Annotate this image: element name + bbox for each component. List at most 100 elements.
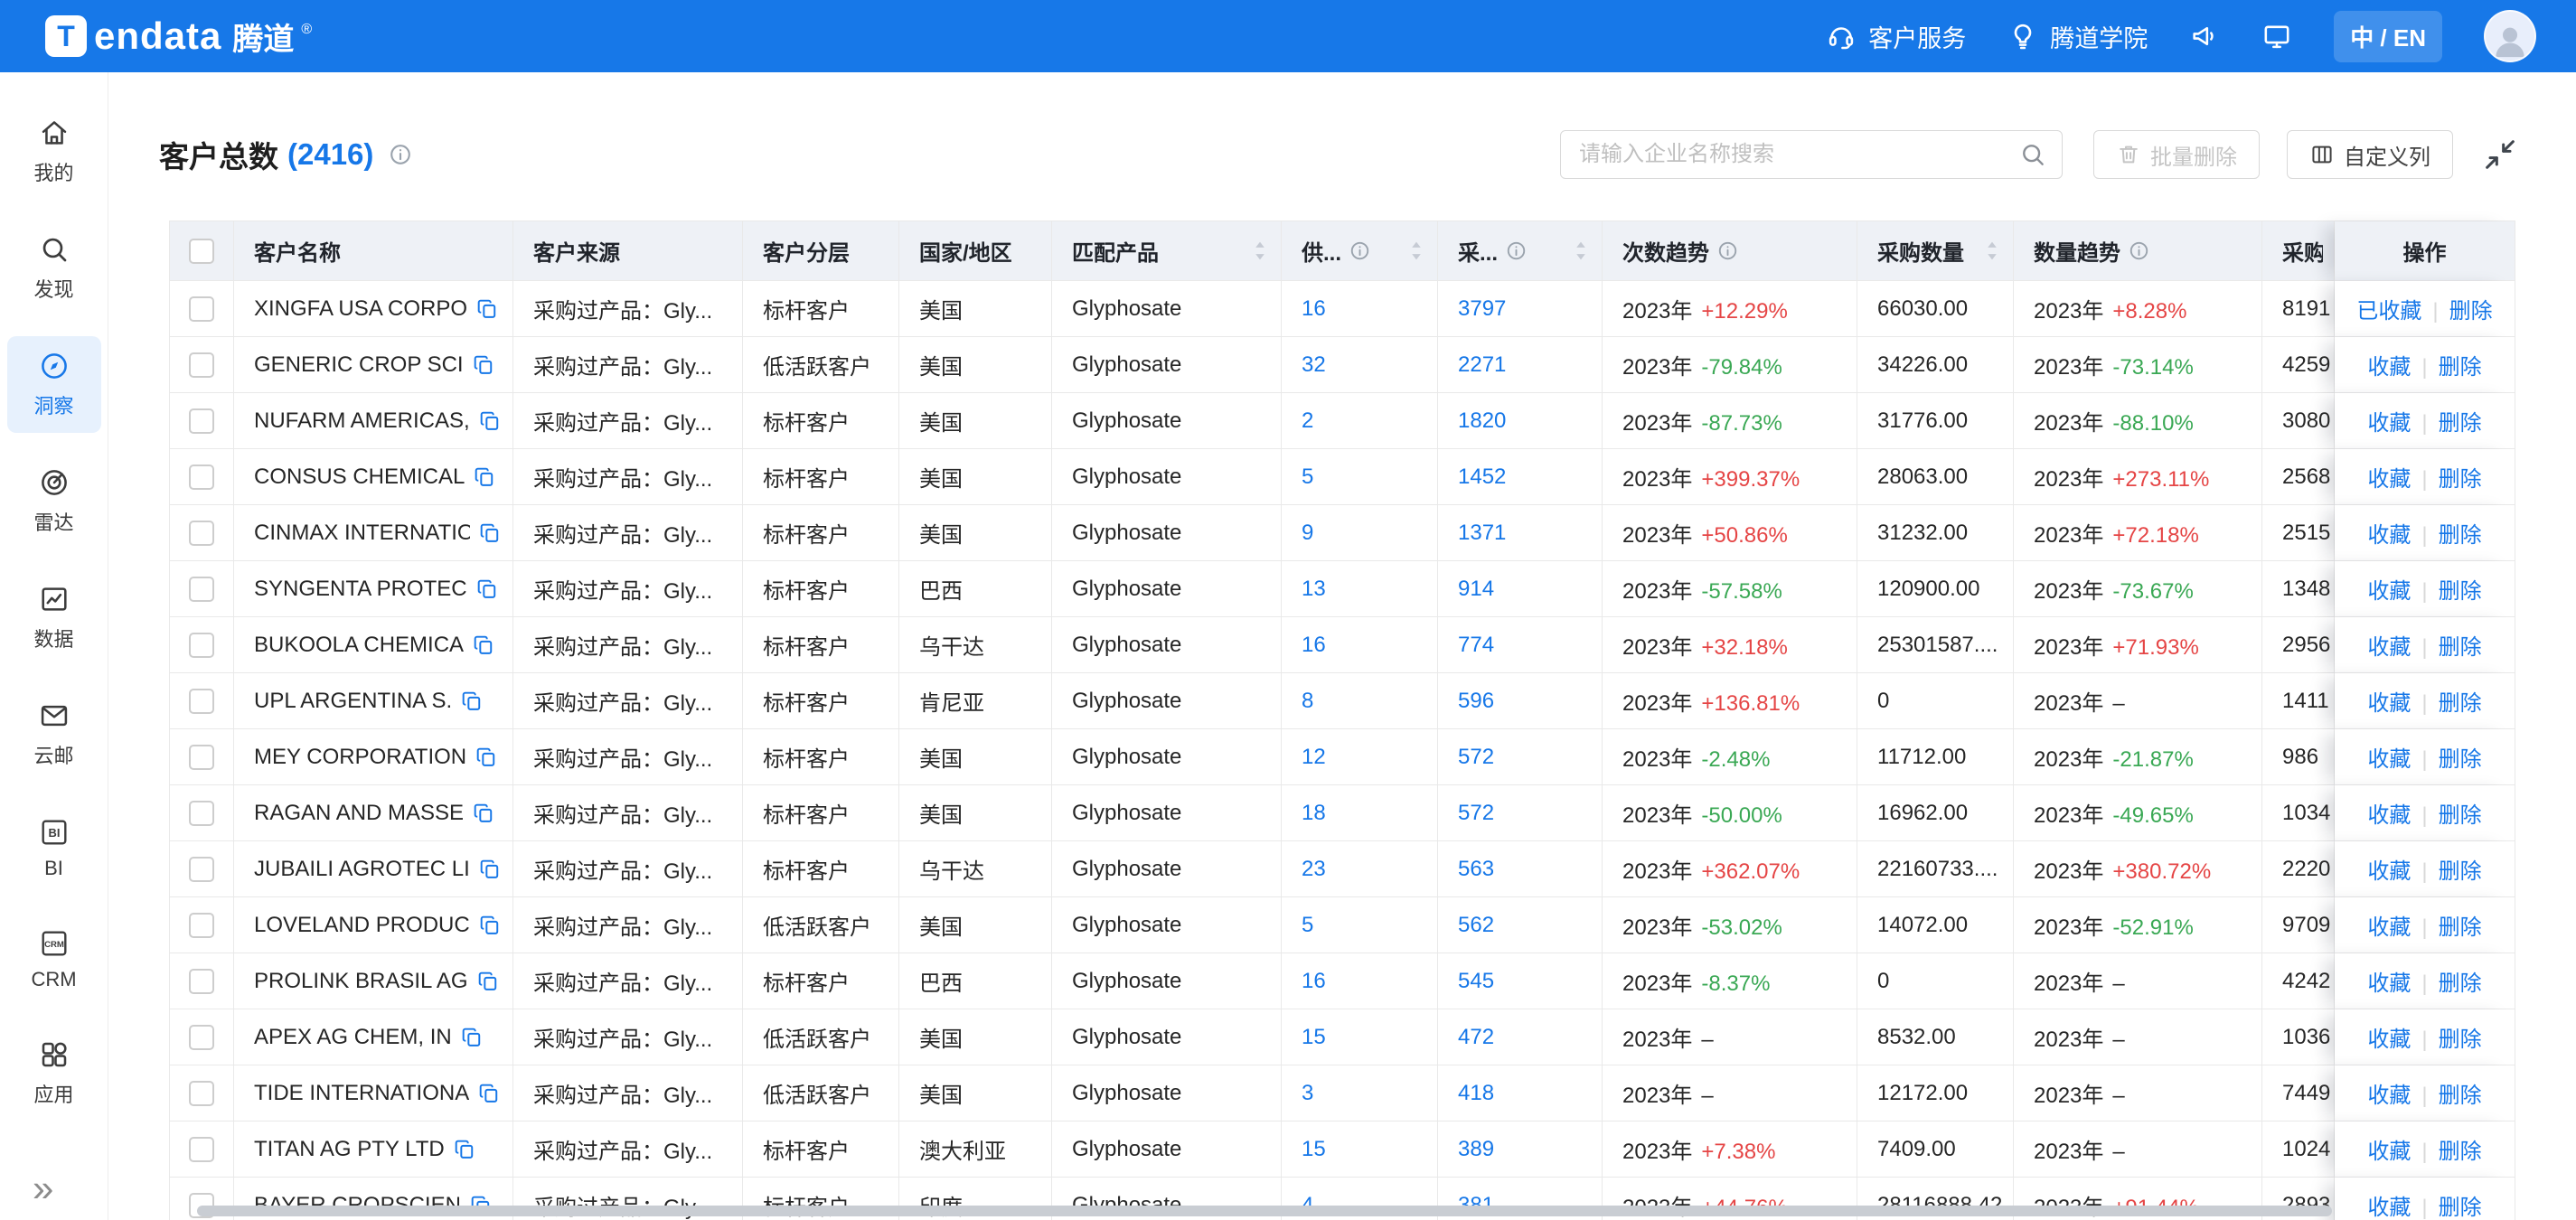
purchase-count-link[interactable]: 472	[1458, 1025, 1494, 1049]
select-all-checkbox[interactable]	[189, 239, 214, 264]
sort-icon[interactable]	[1571, 239, 1591, 263]
delete-link[interactable]: 删除	[2439, 523, 2482, 548]
supplier-count-link[interactable]: 2	[1302, 408, 1313, 433]
sidebar-item-mail[interactable]: 云邮	[7, 686, 101, 783]
sidebar-item-crm[interactable]: CRMCRM	[7, 914, 101, 1005]
favorite-link[interactable]: 收藏	[2367, 1140, 2411, 1164]
supplier-count-link[interactable]: 3	[1302, 1081, 1313, 1105]
customer-name[interactable]: SYNGENTA PROTEC	[254, 577, 467, 602]
favorite-link[interactable]: 收藏	[2367, 747, 2411, 772]
customer-name[interactable]: PROLINK BRASIL AG	[254, 969, 468, 994]
copy-icon[interactable]	[475, 577, 499, 601]
sidebar-collapse-button[interactable]: »	[0, 1169, 53, 1207]
fullscreen-toggle-icon[interactable]	[2482, 136, 2518, 173]
favorite-link[interactable]: 收藏	[2367, 579, 2411, 604]
copy-icon[interactable]	[476, 970, 500, 993]
search-input[interactable]	[1579, 142, 2018, 167]
delete-link[interactable]: 删除	[2439, 691, 2482, 716]
favorite-link[interactable]: 收藏	[2367, 411, 2411, 436]
delete-link[interactable]: 删除	[2439, 1028, 2482, 1052]
search-box[interactable]	[1560, 130, 2063, 179]
language-toggle[interactable]: 中 / EN	[2334, 11, 2442, 62]
delete-link[interactable]: 删除	[2439, 1196, 2482, 1220]
nav-customer-service[interactable]: 客户服务	[1826, 19, 1966, 54]
delete-link[interactable]: 删除	[2439, 747, 2482, 772]
supplier-count-link[interactable]: 32	[1302, 352, 1326, 377]
favorite-link[interactable]: 收藏	[2367, 523, 2411, 548]
favorite-link[interactable]: 收藏	[2367, 859, 2411, 884]
delete-link[interactable]: 删除	[2439, 803, 2482, 828]
customer-name[interactable]: LOVELAND PRODUC	[254, 913, 470, 938]
favorite-link[interactable]: 已收藏	[2356, 299, 2421, 324]
delete-link[interactable]: 删除	[2439, 579, 2482, 604]
purchase-count-link[interactable]: 3797	[1458, 296, 1506, 321]
purchase-count-link[interactable]: 562	[1458, 913, 1494, 937]
horizontal-scrollbar[interactable]	[197, 1206, 2332, 1216]
favorite-link[interactable]: 收藏	[2367, 1084, 2411, 1108]
supplier-count-link[interactable]: 5	[1302, 913, 1313, 937]
row-checkbox[interactable]	[189, 913, 214, 938]
sidebar-item-data[interactable]: 数据	[7, 569, 101, 666]
delete-link[interactable]: 删除	[2439, 915, 2482, 940]
supplier-count-link[interactable]: 23	[1302, 857, 1326, 881]
copy-icon[interactable]	[478, 858, 502, 881]
row-checkbox[interactable]	[189, 1025, 214, 1050]
delete-link[interactable]: 删除	[2439, 467, 2482, 492]
customer-name[interactable]: NUFARM AMERICAS,	[254, 408, 470, 434]
purchase-count-link[interactable]: 596	[1458, 689, 1494, 713]
copy-icon[interactable]	[472, 353, 495, 377]
supplier-count-link[interactable]: 18	[1302, 801, 1326, 825]
purchase-count-link[interactable]: 563	[1458, 857, 1494, 881]
sidebar-item-home[interactable]: 我的	[7, 103, 101, 200]
customer-name[interactable]: UPL ARGENTINA S.	[254, 689, 452, 714]
copy-icon[interactable]	[473, 465, 496, 489]
purchase-count-link[interactable]: 1452	[1458, 465, 1506, 489]
customize-columns-button[interactable]: 自定义列	[2287, 130, 2453, 179]
delete-link[interactable]: 删除	[2439, 859, 2482, 884]
purchase-count-link[interactable]: 2271	[1458, 352, 1506, 377]
supplier-count-link[interactable]: 5	[1302, 465, 1313, 489]
favorite-link[interactable]: 收藏	[2367, 467, 2411, 492]
row-checkbox[interactable]	[189, 352, 214, 378]
supplier-count-link[interactable]: 16	[1302, 296, 1326, 321]
row-checkbox[interactable]	[189, 577, 214, 602]
copy-icon[interactable]	[472, 802, 495, 825]
customer-name[interactable]: XINGFA USA CORPO	[254, 296, 467, 322]
customer-name[interactable]: GENERIC CROP SCI	[254, 352, 464, 378]
row-checkbox[interactable]	[189, 801, 214, 826]
row-checkbox[interactable]	[189, 689, 214, 714]
purchase-count-link[interactable]: 572	[1458, 745, 1494, 769]
favorite-link[interactable]: 收藏	[2367, 355, 2411, 380]
delete-link[interactable]: 删除	[2439, 355, 2482, 380]
purchase-count-link[interactable]: 572	[1458, 801, 1494, 825]
sidebar-item-apps[interactable]: 应用	[7, 1025, 101, 1121]
customer-name[interactable]: RAGAN AND MASSE	[254, 801, 464, 826]
row-checkbox[interactable]	[189, 1081, 214, 1106]
copy-icon[interactable]	[472, 633, 495, 657]
favorite-link[interactable]: 收藏	[2367, 915, 2411, 940]
favorite-link[interactable]: 收藏	[2367, 691, 2411, 716]
purchase-count-link[interactable]: 914	[1458, 577, 1494, 601]
announcement-icon[interactable]	[2189, 21, 2220, 52]
delete-link[interactable]: 删除	[2439, 1084, 2482, 1108]
favorite-link[interactable]: 收藏	[2367, 971, 2411, 996]
copy-icon[interactable]	[478, 521, 502, 545]
supplier-count-link[interactable]: 8	[1302, 689, 1313, 713]
copy-icon[interactable]	[460, 690, 484, 713]
column-header-quantity[interactable]: 采购数量	[1857, 221, 2014, 281]
customer-name[interactable]: CINMAX INTERNATIO	[254, 521, 470, 546]
supplier-count-link[interactable]: 16	[1302, 633, 1326, 657]
delete-link[interactable]: 删除	[2449, 299, 2493, 324]
copy-icon[interactable]	[478, 409, 502, 433]
delete-link[interactable]: 删除	[2439, 411, 2482, 436]
sort-icon[interactable]	[1250, 239, 1270, 263]
row-checkbox[interactable]	[189, 1137, 214, 1162]
sidebar-item-radar[interactable]: 雷达	[7, 453, 101, 549]
batch-delete-button[interactable]: 批量删除	[2093, 130, 2260, 179]
supplier-count-link[interactable]: 9	[1302, 521, 1313, 545]
app-logo[interactable]: T endata 腾道 ®	[45, 14, 312, 59]
copy-icon[interactable]	[453, 1138, 476, 1161]
customer-name[interactable]: TITAN AG PTY LTD	[254, 1137, 445, 1162]
customer-name[interactable]: MEY CORPORATION	[254, 745, 466, 770]
copy-icon[interactable]	[478, 914, 502, 937]
